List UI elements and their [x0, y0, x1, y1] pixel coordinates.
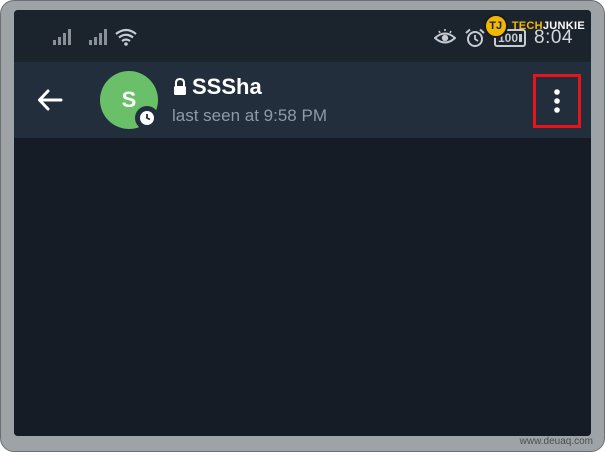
more-vertical-icon [554, 89, 560, 113]
last-seen-status: last seen at 9:58 PM [172, 106, 327, 125]
alarm-icon [465, 28, 485, 47]
back-button[interactable] [34, 86, 66, 114]
more-options-button[interactable] [533, 74, 581, 128]
techjunkie-logo-icon: TJ [483, 14, 508, 38]
avatar-letter: S [121, 87, 137, 112]
lock-icon [174, 78, 186, 95]
techjunkie-watermark: TJ TECHJUNKIE [483, 14, 585, 38]
chat-toolbar: S SSSha last seen at 9:58 PM [14, 62, 591, 138]
chat-name: SSSha [192, 74, 262, 99]
signal-icon [52, 28, 72, 46]
footer-credit: www.deuaq.com [519, 436, 593, 447]
clock-badge-icon [135, 106, 159, 130]
signal-icon [88, 28, 108, 46]
techjunkie-brand-text: TECHJUNKIE [511, 20, 585, 32]
eye-icon [433, 29, 456, 44]
wifi-icon [114, 27, 138, 47]
app-screen: 100 8:04 S SSSha last seen at 9:58 PM TJ… [14, 10, 591, 436]
chat-title[interactable]: SSSha [172, 74, 262, 100]
chat-history-area[interactable] [14, 138, 591, 436]
arrow-left-icon [38, 89, 63, 111]
